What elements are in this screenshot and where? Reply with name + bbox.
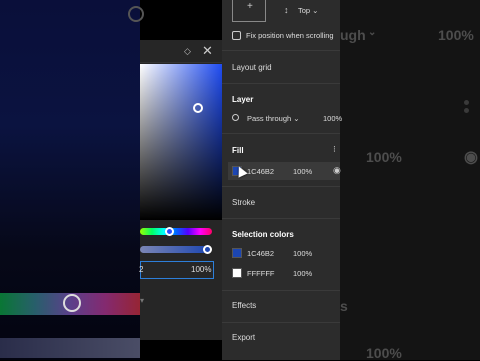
layout-grid-title[interactable]: Layout grid xyxy=(232,63,272,72)
vertical-constraint-select[interactable]: Top ⌄ xyxy=(298,6,318,15)
canvas-ring-icon xyxy=(128,6,144,22)
export-section: Export xyxy=(222,322,340,361)
effects-section: Effects xyxy=(222,290,340,323)
fill-title: Fill xyxy=(232,146,244,155)
ghost-text-through: ugh xyxy=(340,27,366,43)
hue-slider[interactable] xyxy=(140,228,212,235)
ghost-text-100-bottom: 100% xyxy=(366,345,402,361)
layout-grid-section: Layout grid xyxy=(222,50,340,84)
opacity-slider-thumb[interactable] xyxy=(203,245,212,254)
ghost-text-100-top: 100% xyxy=(438,27,474,43)
hex-input-row[interactable]: 2 100% xyxy=(139,261,214,279)
ghost-text-100-mid: 100% xyxy=(366,149,402,165)
vertical-constraint-icon: ↕ xyxy=(284,5,289,15)
export-title[interactable]: Export xyxy=(232,333,255,342)
ghost-chevron-icon: ⌄ xyxy=(368,27,377,38)
saturation-value-square[interactable] xyxy=(140,64,222,220)
selection-color-hex[interactable]: FFFFFF xyxy=(247,269,275,278)
effects-title[interactable]: Effects xyxy=(232,301,256,310)
fill-hex-input[interactable]: 1C46B2 xyxy=(247,167,274,176)
eye-icon[interactable]: ◉ xyxy=(333,165,341,176)
opacity-input[interactable]: 100% xyxy=(191,265,211,274)
fill-opacity-input[interactable]: 100% xyxy=(293,167,312,176)
styles-drop-icon[interactable]: ◇ xyxy=(184,46,194,56)
selection-color-opacity[interactable]: 100% xyxy=(293,249,312,258)
selection-colors-title: Selection colors xyxy=(232,230,294,239)
color-picker-header: ◇ ✕ xyxy=(140,40,222,63)
canvas-blurred-hue-thumb xyxy=(63,294,81,312)
selection-color-hex[interactable]: 1C46B2 xyxy=(247,249,274,258)
layer-title: Layer xyxy=(232,95,254,104)
ghost-more-icon xyxy=(464,100,469,105)
layer-opacity-input[interactable]: 100% xyxy=(323,114,342,123)
picker-caret-icon: ▾ xyxy=(140,296,145,305)
properties-panel: + ↕ Top ⌄ Fix position when scrolling La… xyxy=(222,0,342,361)
selection-color-swatch[interactable] xyxy=(232,248,242,258)
stroke-section: Stroke xyxy=(222,186,340,219)
layer-section: Layer xyxy=(222,83,340,134)
fill-style-icon[interactable]: ⁝ xyxy=(333,144,336,155)
blend-mode-select[interactable]: Pass through ⌄ xyxy=(247,114,300,123)
hue-slider-thumb[interactable] xyxy=(165,227,174,236)
hex-input[interactable]: 2 xyxy=(139,265,143,274)
canvas-blurred-bar xyxy=(0,338,140,358)
saturation-value-thumb[interactable] xyxy=(193,103,203,113)
fix-position-checkbox[interactable] xyxy=(232,31,241,40)
opacity-slider[interactable] xyxy=(140,246,210,253)
ghost-text-s: s xyxy=(340,298,348,314)
canvas-background-right: ugh ⌄ 100% 100% ◉ s 100% xyxy=(340,0,480,361)
color-picker-panel: ◇ ✕ 2 100% ▾ xyxy=(139,40,222,340)
selection-color-opacity[interactable]: 100% xyxy=(293,269,312,278)
fix-position-label: Fix position when scrolling xyxy=(246,31,334,40)
stroke-title[interactable]: Stroke xyxy=(232,198,255,207)
blend-mode-icon xyxy=(232,114,239,121)
close-icon[interactable]: ✕ xyxy=(202,43,214,58)
ghost-eye-icon: ◉ xyxy=(464,149,478,166)
selection-color-swatch[interactable] xyxy=(232,268,242,278)
constraint-plus-icon: + xyxy=(247,1,253,12)
